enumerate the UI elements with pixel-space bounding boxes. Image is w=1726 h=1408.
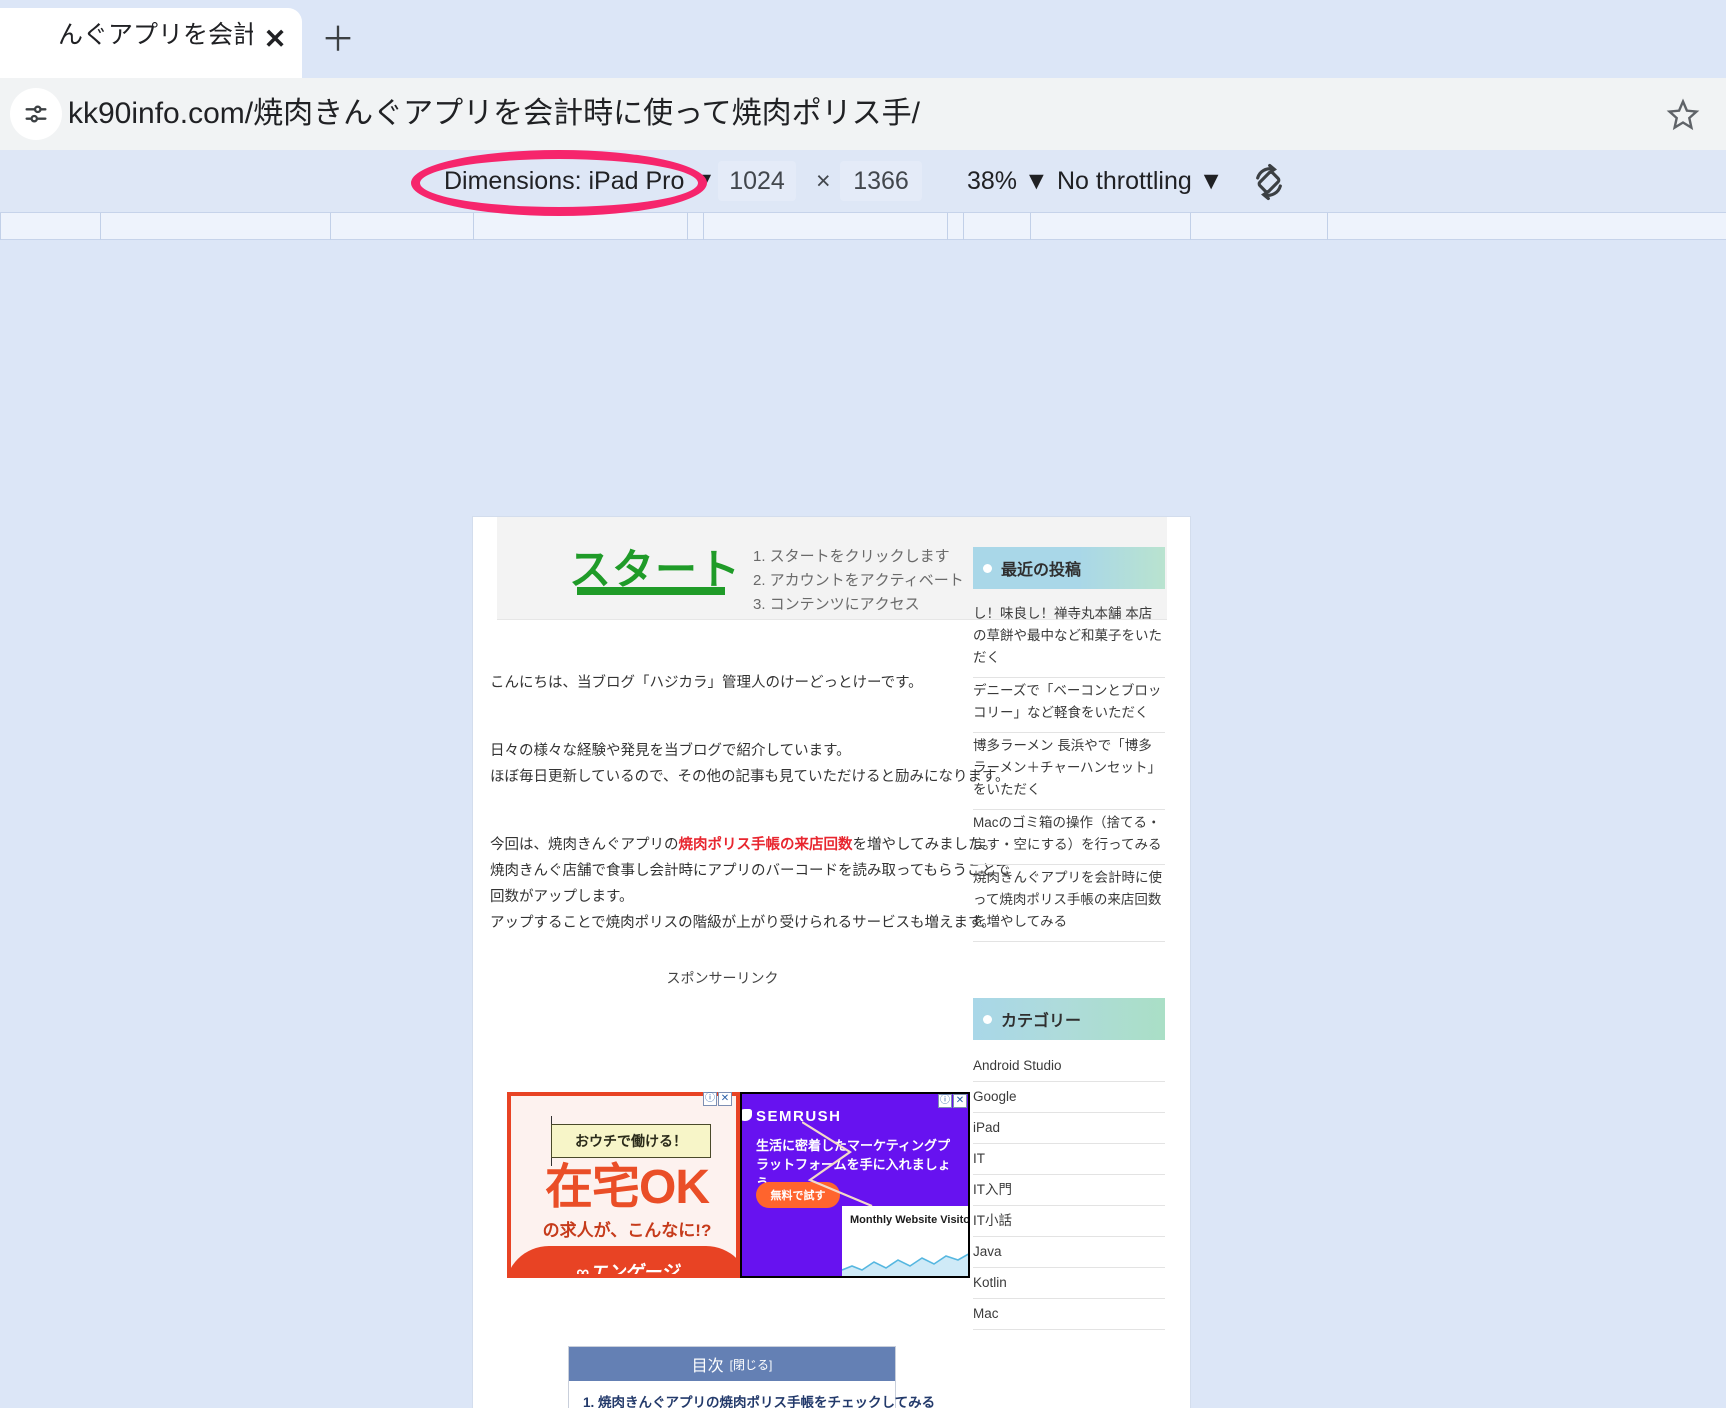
semrush-ad-badges: ⓘ ✕ bbox=[938, 1094, 967, 1108]
recent-posts-list: し！味良し！禅寺丸本舗 本店の草餅や最中など和菓子をいただく デニーズで「ベーコ… bbox=[973, 603, 1165, 942]
list-item[interactable]: Java bbox=[973, 1237, 1165, 1268]
rotate-device-icon[interactable] bbox=[1248, 162, 1290, 202]
list-item[interactable]: し！味良し！禅寺丸本舗 本店の草餅や最中など和菓子をいただく bbox=[973, 603, 1165, 678]
semrush-zigzag-graphic bbox=[802, 1118, 968, 1208]
chevron-down-icon: ▼ bbox=[691, 167, 717, 195]
article-body: こんにちは、当ブログ「ハジカラ」管理人のけーどっとけーです。 日々の様々な経験や… bbox=[490, 620, 1010, 1408]
chevron-down-icon: ▼ bbox=[1024, 167, 1049, 195]
device-height-input[interactable]: 1366 bbox=[840, 161, 922, 201]
engage-ad-badges: ⓘ ✕ bbox=[703, 1092, 732, 1106]
list-item[interactable]: Mac bbox=[973, 1299, 1165, 1330]
paragraph: 回数がアップします。 bbox=[490, 889, 634, 905]
semrush-ad[interactable]: SEMRUSH 生活に密着したマーケティングプラットフォームを手に入れましょう … bbox=[740, 1092, 970, 1278]
emulated-viewport: スタート 1. スタートをクリックします 2. アカウントをアクティベート 3.… bbox=[0, 240, 1726, 1408]
device-emulation-toolbar: Dimensions: iPad Pro ▼ 1024 × 1366 38% ▼… bbox=[0, 150, 1726, 212]
star-outline-icon[interactable] bbox=[1662, 94, 1704, 136]
browser-tab-title: んぐアプリを会計時に使っ bbox=[58, 21, 253, 49]
list-item[interactable]: Kotlin bbox=[973, 1268, 1165, 1299]
engage-ad-footer: ∞エンゲージ bbox=[511, 1246, 736, 1278]
device-width-input[interactable]: 1024 bbox=[718, 161, 796, 201]
close-icon[interactable]: ✕ bbox=[258, 22, 292, 56]
categories-heading: カテゴリー bbox=[1001, 1013, 1082, 1030]
toc-title: 目次 bbox=[691, 1358, 724, 1375]
paragraph: ほぼ毎日更新しているので、その他の記事も見ていただけると励みになります。 bbox=[490, 769, 1010, 785]
ad-row: おウチで働ける！ 在宅OK の求人が、こんなに!? ∞エンゲージ ⓘ ✕ SEM… bbox=[507, 1092, 970, 1278]
list-item[interactable]: IT小話 bbox=[973, 1206, 1165, 1237]
omnibox-url-text: kk90info.com/焼肉きんぐアプリを会計時に使って焼肉ポリス手/ bbox=[68, 97, 920, 130]
toc-toggle-button[interactable]: [閉じる] bbox=[730, 1356, 773, 1373]
list-item[interactable]: IT bbox=[973, 1144, 1165, 1175]
sponsor-link-label: スポンサーリンク bbox=[666, 970, 779, 986]
list-item[interactable]: iPad bbox=[973, 1113, 1165, 1144]
paragraph: こんにちは、当ブログ「ハジカラ」管理人のけーどっとけーです。 bbox=[490, 675, 923, 691]
bullet-dot-icon bbox=[983, 1014, 992, 1024]
list-item[interactable]: Macのゴミ箱の操作（捨てる・戻す・空にする）を行ってみる bbox=[973, 812, 1165, 865]
start-ad-step: 1. スタートをクリックします bbox=[753, 548, 950, 565]
chevron-down-icon: ▼ bbox=[1198, 167, 1224, 195]
engage-logo: ∞エンゲージ bbox=[576, 1262, 679, 1278]
browser-tab-strip: んぐアプリを会計時に使っ ✕ ＋ bbox=[0, 0, 1726, 78]
categories-widget-header-wrap: カテゴリー bbox=[973, 998, 1165, 1040]
device-zoom-dropdown[interactable]: 38% ▼ bbox=[967, 150, 1049, 212]
semrush-card-title: Monthly Website Visitors bbox=[850, 1214, 970, 1226]
semrush-ad-card: Monthly Website Visitors bbox=[842, 1206, 970, 1276]
toc-header: 目次 [閉じる] bbox=[569, 1347, 895, 1381]
toc-body: 1. 焼肉きんぐアプリの焼肉ポリス手帳をチェックしてみる bbox=[569, 1381, 935, 1408]
recent-posts-widget-header: 最近の投稿 bbox=[973, 547, 1165, 589]
table-of-contents: 目次 [閉じる] 1. 焼肉きんぐアプリの焼肉ポリス手帳をチェックしてみる bbox=[568, 1346, 935, 1408]
start-ad-step: 3. コンテンツにアクセス bbox=[753, 596, 920, 613]
categories-list: Android Studio Google iPad IT IT入門 IT小話 … bbox=[973, 1051, 1165, 1330]
device-ruler bbox=[0, 212, 1726, 241]
tune-icon[interactable] bbox=[10, 88, 62, 140]
toc-item[interactable]: 1. 焼肉きんぐアプリの焼肉ポリス手帳をチェックしてみる bbox=[583, 1392, 935, 1408]
start-ad-underline bbox=[577, 587, 725, 595]
page-sidebar: 最近の投稿 し！味良し！禅寺丸本舗 本店の草餅や最中など和菓子をいただく デニー… bbox=[973, 547, 1165, 1408]
engage-ad-headline: 在宅OK bbox=[544, 1161, 710, 1214]
web-page-content: スタート 1. スタートをクリックします 2. アカウントをアクティベート 3.… bbox=[473, 517, 1190, 1408]
engage-ad[interactable]: おウチで働ける！ 在宅OK の求人が、こんなに!? ∞エンゲージ bbox=[507, 1092, 740, 1278]
bullet-dot-icon bbox=[983, 563, 992, 573]
engage-ad-bubble: おウチで働ける！ bbox=[551, 1124, 711, 1158]
paragraph: 日々の様々な経験や発見を当ブログで紹介しています。 bbox=[490, 743, 851, 759]
semrush-card-chart bbox=[842, 1244, 968, 1276]
device-zoom-label: 38% bbox=[967, 167, 1018, 195]
recent-posts-heading: 最近の投稿 bbox=[1001, 562, 1082, 579]
ad-close-icon[interactable]: ✕ bbox=[953, 1094, 967, 1108]
list-item[interactable]: 博多ラーメン 長浜やで「博多ラーメン＋チャーハンセット」をいただく bbox=[973, 735, 1165, 810]
list-item[interactable]: IT入門 bbox=[973, 1175, 1165, 1206]
semrush-logo-icon bbox=[742, 1109, 752, 1121]
ad-close-icon[interactable]: ✕ bbox=[718, 1092, 732, 1106]
paragraph-text: 今回は、焼肉きんぐアプリの bbox=[490, 837, 679, 853]
plus-icon[interactable]: ＋ bbox=[320, 22, 356, 58]
ad-info-icon[interactable]: ⓘ bbox=[703, 1092, 717, 1106]
ad-info-icon[interactable]: ⓘ bbox=[938, 1094, 952, 1108]
list-item[interactable]: Android Studio bbox=[973, 1051, 1165, 1082]
network-throttling-dropdown[interactable]: No throttling ▼ bbox=[1057, 150, 1224, 212]
engage-ad-subtext: の求人が、こんなに!? bbox=[542, 1221, 712, 1240]
paragraph-with-highlight: 今回は、焼肉きんぐアプリの焼肉ポリス手帳の来店回数を増やしてみました。 bbox=[490, 832, 997, 858]
highlighted-phrase: 焼肉ポリス手帳の来店回数 bbox=[678, 837, 853, 853]
multiply-symbol: × bbox=[816, 167, 831, 195]
paragraph: アップすることで焼肉ポリスの階級が上がり受けられるサービスも増えます。 bbox=[490, 915, 996, 931]
categories-widget-header: カテゴリー bbox=[973, 998, 1165, 1040]
list-item[interactable]: デニーズで「ベーコンとブロッコリー」など軽食をいただく bbox=[973, 680, 1165, 733]
browser-omnibox-bar: kk90info.com/焼肉きんぐアプリを会計時に使って焼肉ポリス手/ bbox=[0, 78, 1726, 150]
device-dimensions-label: Dimensions: iPad Pro bbox=[444, 167, 685, 195]
device-dimensions-dropdown[interactable]: Dimensions: iPad Pro ▼ bbox=[444, 150, 716, 212]
paragraph: 焼肉きんぐ店舗で食事し会計時にアプリのバーコードを読み取ってもらうことで bbox=[490, 863, 1011, 879]
list-item[interactable]: 焼肉きんぐアプリを会計時に使って焼肉ポリス手帳の来店回数を増やしてみる bbox=[973, 867, 1165, 942]
start-ad-step: 2. アカウントをアクティベート bbox=[753, 572, 964, 589]
list-item[interactable]: Google bbox=[973, 1082, 1165, 1113]
throttling-label: No throttling bbox=[1057, 167, 1192, 195]
